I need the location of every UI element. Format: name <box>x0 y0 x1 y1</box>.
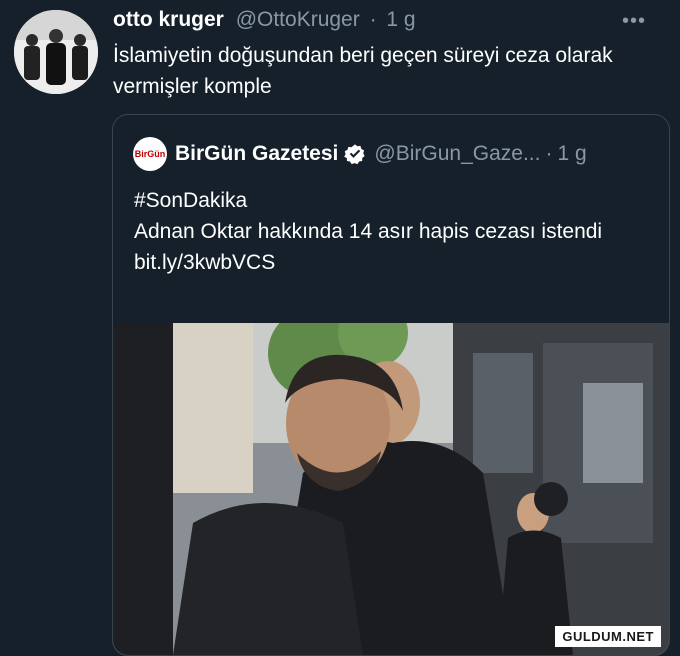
quoted-tweet-header: BirGün BirGün Gazetesi @BirGun_Gaze... ·… <box>133 137 655 171</box>
headline: Adnan Oktar hakkında 14 asır hapis cezas… <box>134 220 603 243</box>
tweet[interactable]: otto kruger @OttoKruger · 1 g ••• İslami… <box>0 0 680 656</box>
verified-badge-icon <box>344 144 366 165</box>
quoted-tweet[interactable]: BirGün BirGün Gazetesi @BirGun_Gaze... ·… <box>112 114 670 656</box>
avatar[interactable] <box>14 10 98 94</box>
tweet-timestamp[interactable]: 1 g <box>386 8 415 31</box>
birgun-logo-icon[interactable]: BirGün <box>133 137 167 171</box>
author-handle[interactable]: @OttoKruger <box>236 8 360 31</box>
quoted-author-name[interactable]: BirGün Gazetesi <box>175 142 338 166</box>
quoted-tweet-text: #SonDakika Adnan Oktar hakkında 14 asır … <box>134 185 654 278</box>
quoted-author-handle[interactable]: @BirGun_Gaze... <box>374 142 540 166</box>
quoted-timestamp[interactable]: 1 g <box>557 142 586 166</box>
logo-text: BirGün <box>134 149 166 159</box>
short-link[interactable]: bit.ly/3kwbVCS <box>134 247 654 278</box>
hashtag[interactable]: #SonDakika <box>134 185 654 216</box>
watermark: GULDUM.NET <box>555 626 661 647</box>
more-icon[interactable]: ••• <box>622 10 646 33</box>
tweet-header: otto kruger @OttoKruger · 1 g ••• <box>113 8 660 36</box>
separator-dot: · <box>545 142 553 165</box>
author-name[interactable]: otto kruger <box>113 8 224 31</box>
separator-dot: · <box>369 8 377 31</box>
tweet-text: İslamiyetin doğuşundan beri geçen süreyi… <box>113 44 613 98</box>
news-photo[interactable]: GULDUM.NET <box>113 323 669 655</box>
